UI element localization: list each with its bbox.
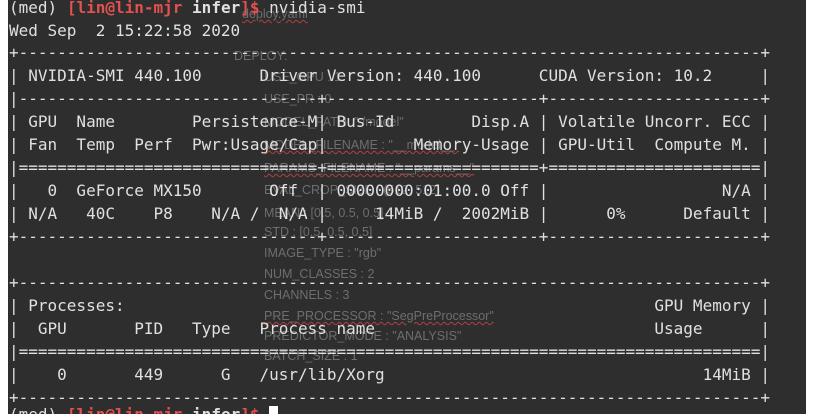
table-line: |=======================================… — [9, 342, 770, 361]
table-line: | N/A 40C P8 N/A / N/A | 14MiB / 2002MiB… — [9, 204, 770, 223]
prompt-suffix: ]$ — [240, 0, 260, 17]
table-line: |-------------------------------+-------… — [9, 89, 770, 108]
prompt-cwd: infer — [192, 0, 241, 17]
table-line: | 0 GeForce MX150 Off | 00000000:01:00.0… — [9, 181, 770, 200]
table-line: | GPU PID Type Process name Usage | — [9, 319, 770, 338]
prompt-env: (med) — [9, 0, 58, 17]
table-line: | GPU Name Persistence-M| Bus-Id Disp.A … — [9, 112, 770, 131]
table-line: | Processes: GPU Memory | — [9, 296, 770, 315]
table-line: +-------------------------------+-------… — [9, 227, 770, 246]
date-line: Wed Sep 2 15:22:58 2020 — [9, 21, 241, 40]
table-line: | Fan Temp Perf Pwr:Usage/Cap| Memory-Us… — [9, 135, 770, 154]
prompt-command: nvidia-smi — [269, 0, 366, 17]
table-line: | 0 449 G /usr/lib/Xorg 14MiB | — [9, 365, 770, 384]
table-line: |===============================+=======… — [9, 158, 770, 177]
command-prompt-line: (med) [lin@lin-mjr infer]$ nvidia-smi — [9, 0, 365, 19]
table-line: | NVIDIA-SMI 440.100 Driver Version: 440… — [9, 66, 770, 85]
table-line: +---------------------------------------… — [9, 273, 770, 292]
table-line: +---------------------------------------… — [9, 43, 770, 62]
prompt-user-host: [lin@lin-mjr — [66, 0, 183, 17]
terminal-window[interactable]: deploy.yaml DEPLOY: USE_GPU : 1 USE_PR :… — [8, 0, 806, 417]
